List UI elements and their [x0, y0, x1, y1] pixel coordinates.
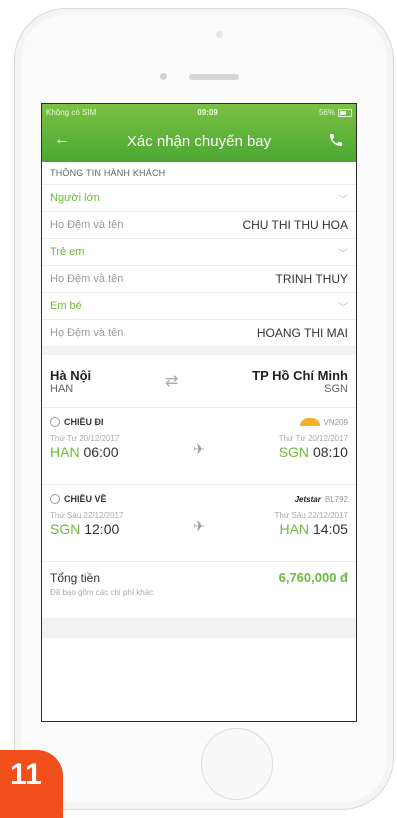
jetstar-logo-icon: Jetstar	[294, 494, 321, 504]
destination-code: SGN	[324, 382, 348, 395]
departure-time: 06:00	[83, 444, 119, 460]
departure-code: SGN	[50, 521, 81, 537]
departure-code: HAN	[50, 444, 80, 460]
arrival-time: 08:10	[312, 444, 348, 460]
arrival-date: Thứ Tư 20/12/2017	[278, 434, 348, 443]
departure-date: Thứ Tư 20/12/2017	[50, 434, 120, 443]
total-section: Tổng tiền 6,760,000 đ Đã bao gồm các chi…	[42, 562, 356, 618]
step-badge: 11	[0, 750, 63, 818]
bottom-spacer	[42, 618, 356, 638]
arrival: Thứ Sáu 22/12/2017 HAN 14:05	[275, 511, 348, 537]
arrival-code: SGN	[278, 444, 310, 460]
clock-icon	[50, 494, 60, 504]
airline-info: Jetstar BL792	[295, 495, 348, 504]
direction-label: CHIỀU VỀ	[50, 494, 107, 504]
passenger-name-row: Họ Đệm và tên HOANG THI MAI	[42, 320, 356, 347]
airplane-icon: ✈	[193, 518, 205, 534]
phone-icon[interactable]	[328, 132, 344, 148]
carrier-text: Không có SIM	[46, 108, 97, 117]
arrival-time: 14:05	[312, 521, 348, 537]
name-field-label: Họ Đệm và tên	[50, 327, 124, 339]
destination-city: TP Hồ Chí Minh	[252, 367, 348, 383]
arrival-code: HAN	[279, 521, 310, 537]
chevron-down-icon[interactable]: ﹀	[338, 245, 348, 260]
app-screen: Không có SIM 09:09 56% ← Xác nhận chuyến…	[41, 103, 357, 722]
arrival: Thứ Tư 20/12/2017 SGN 08:10	[279, 434, 348, 460]
departure-date: Thứ Sáu 22/12/2017	[50, 511, 124, 520]
passenger-section-title: THÔNG TIN HÀNH KHÁCH	[42, 162, 356, 185]
passenger-type-row[interactable]: Người lớn ﹀	[42, 185, 356, 212]
passenger-type-row[interactable]: Em bé ﹀	[42, 293, 356, 320]
direction-text: CHIỀU ĐI	[64, 417, 104, 427]
sensor	[160, 73, 167, 80]
nav-row: ← Xác nhận chuyến bay	[42, 121, 356, 162]
departure: Thứ Tư 20/12/2017 HAN 06:00	[50, 434, 119, 460]
flight-number: VN209	[323, 417, 348, 427]
airline-info: VN209	[299, 417, 348, 427]
route-summary: Hà Nội HAN ⇄ TP Hồ Chí Minh SGN	[42, 355, 356, 408]
passenger-name-row: Họ Đệm và tên TRINH THUY	[42, 266, 356, 293]
name-field-label: Họ Đệm và tên	[50, 273, 124, 285]
battery-area: 56%	[319, 108, 352, 117]
passenger-name-value: CHU THI THU HOA	[242, 218, 348, 232]
clock-text: 09:09	[197, 108, 218, 117]
passenger-type-row[interactable]: Trẻ em ﹀	[42, 239, 356, 266]
direction-label: CHIỀU ĐI	[50, 417, 104, 427]
origin: Hà Nội HAN	[50, 368, 91, 395]
vietjet-logo-icon	[299, 418, 320, 426]
return-flight-card: CHIỀU VỀ Jetstar BL792 Thứ Sáu 22/12/201…	[42, 485, 356, 562]
home-button[interactable]	[201, 728, 273, 800]
airplane-icon: ✈	[193, 441, 205, 457]
passenger-type-label: Em bé	[50, 300, 82, 312]
passenger-name-value: TRINH THUY	[275, 272, 348, 286]
departure-time: 12:00	[84, 521, 120, 537]
origin-code: HAN	[50, 382, 74, 395]
battery-text: 56%	[318, 108, 335, 117]
front-camera	[216, 31, 223, 38]
divider	[42, 347, 356, 355]
passenger-name-row: Họ Đệm và tên CHU THI THU HOA	[42, 212, 356, 239]
arrival-date: Thứ Sáu 22/12/2017	[274, 511, 348, 520]
status-bar: Không có SIM 09:09 56%	[42, 104, 356, 121]
chevron-down-icon[interactable]: ﹀	[338, 191, 348, 206]
chevron-down-icon[interactable]: ﹀	[338, 299, 348, 314]
direction-text: CHIỀU VỀ	[64, 494, 107, 504]
outbound-flight-card: CHIỀU ĐI VN209 Thứ Tư 20/12/2017 HAN 06:…	[42, 408, 356, 485]
top-bar: Không có SIM 09:09 56% ← Xác nhận chuyến…	[42, 104, 356, 162]
back-arrow-icon[interactable]: ←	[54, 131, 70, 149]
step-number: 11	[10, 758, 42, 791]
name-field-label: Họ Đệm và tên	[50, 219, 124, 231]
speaker-grill	[189, 74, 239, 80]
clock-icon	[50, 417, 60, 427]
swap-icon: ⇄	[164, 373, 179, 390]
destination: TP Hồ Chí Minh SGN	[252, 368, 348, 395]
flight-number: BL792	[324, 494, 348, 504]
origin-city: Hà Nội	[50, 367, 92, 383]
passenger-type-label: Trẻ em	[50, 246, 85, 258]
page-title: Xác nhận chuyến bay	[126, 133, 272, 150]
total-note: Đã bao gồm các chi phí khác	[50, 588, 154, 597]
total-label: Tổng tiền	[50, 570, 101, 585]
passenger-name-value: HOANG THI MAI	[256, 326, 348, 340]
battery-icon	[337, 108, 352, 117]
departure: Thứ Sáu 22/12/2017 SGN 12:00	[50, 511, 123, 537]
total-value: 6,760,000 đ	[278, 570, 348, 585]
passenger-type-label: Người lớn	[50, 192, 100, 204]
